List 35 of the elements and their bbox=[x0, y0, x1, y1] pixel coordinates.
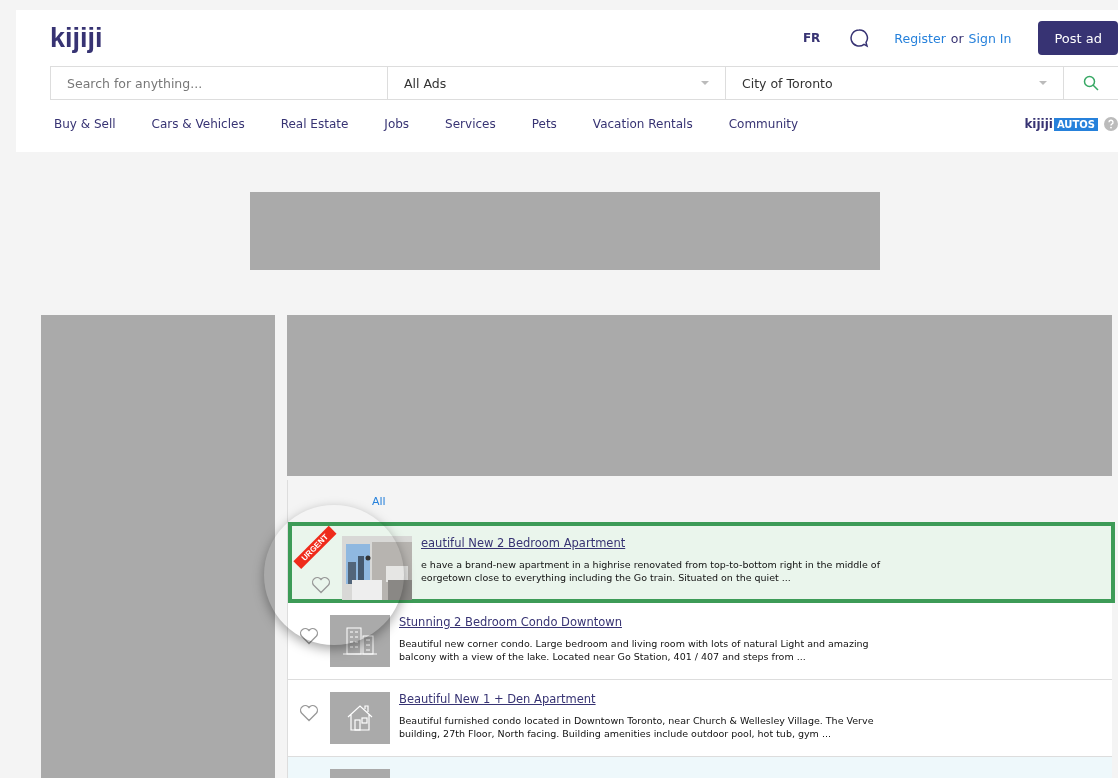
nav-link[interactable]: Services bbox=[445, 117, 496, 131]
or-text: or bbox=[950, 30, 964, 46]
listing-description: Beautiful furnished condo located in Downtown Toronto, near Church & Wellesley Village. The Verve building, 27th Floor, North facing. Building amenities include outdoor pool, hot tub, gym ... bbox=[399, 714, 875, 740]
category-dropdown[interactable]: All Ads bbox=[388, 66, 726, 100]
building-icon bbox=[343, 626, 377, 656]
nav-link[interactable]: Cars & Vehicles bbox=[151, 117, 245, 131]
nav-link[interactable]: Real Estate bbox=[280, 117, 349, 131]
nav-link[interactable]: Jobs bbox=[384, 117, 410, 131]
caret-icon bbox=[1039, 81, 1047, 85]
house-icon bbox=[345, 703, 375, 733]
listing-title-link[interactable]: Beautiful New 1 + Den Apartment bbox=[399, 692, 899, 706]
nav-link[interactable]: Vacation Rentals bbox=[592, 117, 693, 131]
listing-description: e have a brand-new apartment in a highrise renovated from top-to-bottom right in the middle of eorgetown close to everything including the Go train. Situated on the quiet ... bbox=[421, 558, 882, 584]
listing-description: Beautiful new corner condo. Large bedroom and living room with lots of natural Light and amazing balcony with a view of the lake. Located near Go Station, 401 / 407 and steps from ... bbox=[399, 637, 870, 663]
heart-icon[interactable] bbox=[299, 627, 319, 645]
kijiji-logo[interactable]: kijiji bbox=[50, 22, 103, 54]
search-icon bbox=[1083, 75, 1099, 91]
heart-icon[interactable] bbox=[311, 576, 331, 594]
all-link[interactable]: All bbox=[372, 495, 386, 508]
nav-link[interactable]: Pets bbox=[531, 117, 557, 131]
listing-row[interactable] bbox=[288, 522, 1115, 603]
search-field[interactable]: Search for anything... bbox=[50, 66, 388, 100]
post-ad-button[interactable]: Post ad bbox=[1038, 21, 1118, 55]
language-link[interactable]: FR bbox=[802, 31, 821, 45]
listing-title-link[interactable]: Stunning 2 Bedroom Condo Downtown bbox=[399, 615, 899, 629]
nav-link[interactable]: Buy & Sell bbox=[54, 117, 116, 131]
chat-icon[interactable] bbox=[849, 28, 870, 48]
sign-in-link[interactable]: Sign In bbox=[968, 30, 1012, 46]
listing-title-link[interactable]: eautiful New 2 Bedroom Apartment bbox=[421, 536, 921, 550]
heart-icon[interactable] bbox=[299, 704, 319, 722]
nav-link[interactable]: Community bbox=[728, 117, 799, 131]
location-dropdown[interactable]: City of Toronto bbox=[726, 66, 1064, 100]
search-button[interactable] bbox=[1064, 66, 1118, 100]
caret-icon bbox=[701, 81, 709, 85]
register-link[interactable]: Register bbox=[894, 30, 946, 46]
